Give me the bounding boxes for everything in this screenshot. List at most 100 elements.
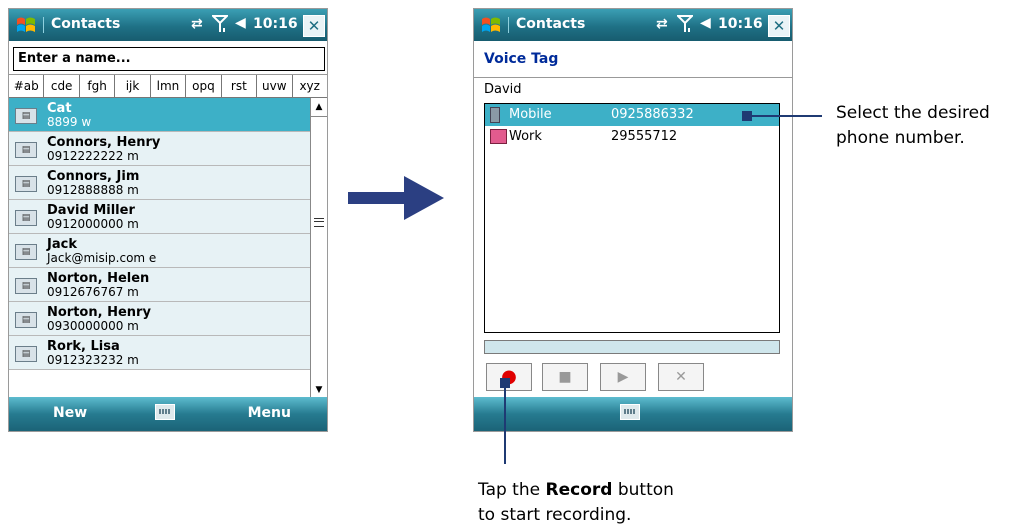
contact-card-icon: ▤	[15, 108, 37, 124]
contact-card-icon: ▤	[15, 278, 37, 294]
contact-card-icon: ▤	[15, 346, 37, 362]
alpha-tab[interactable]: xyz	[293, 75, 327, 97]
contact-row[interactable]: ▤ Jack Jack@misip.com e	[9, 234, 310, 268]
alpha-tab[interactable]: uvw	[257, 75, 293, 97]
menu-softkey[interactable]: Menu	[248, 405, 291, 421]
name-search-input[interactable]: Enter a name...	[13, 47, 325, 71]
scroll-up-icon[interactable]: ▲	[311, 99, 327, 115]
divider	[474, 77, 792, 78]
scroll-thumb-grip[interactable]	[314, 218, 324, 227]
title-bar: Contacts ⇄ ◀︎ 10:16 ✕	[474, 9, 792, 41]
contact-detail: 0912323232 m	[47, 353, 139, 367]
alpha-tab[interactable]: rst	[222, 75, 258, 97]
contact-row[interactable]: ▤ Norton, Henry 0930000000 m	[9, 302, 310, 336]
contact-name: Connors, Henry	[47, 135, 161, 150]
contact-card-icon: ▤	[15, 210, 37, 226]
callout-leader-line	[504, 386, 506, 464]
page-title: Voice Tag	[484, 51, 559, 67]
title-separator	[43, 17, 44, 33]
contact-list: ▤ Cat 8899 w ▤ Connors, Henry 0912222222…	[9, 98, 310, 370]
app-title: Contacts	[51, 16, 121, 32]
contact-card-icon: ▤	[15, 244, 37, 260]
contact-row[interactable]: ▤ Connors, Jim 0912888888 m	[9, 166, 310, 200]
contact-row[interactable]: ▤ David Miller 0912000000 m	[9, 200, 310, 234]
contact-card-icon: ▤	[15, 312, 37, 328]
contact-name: Jack	[47, 237, 77, 252]
contact-detail: 0912888888 m	[47, 183, 139, 197]
signal-icon[interactable]	[677, 14, 693, 34]
phone-number: 29555712	[611, 129, 678, 144]
delete-button[interactable]: ✕	[658, 363, 704, 391]
signal-icon[interactable]	[212, 14, 228, 34]
phone-number-row[interactable]: Work 29555712	[485, 126, 779, 148]
callout-text-part: button	[612, 480, 674, 500]
voice-tag-screen: Contacts ⇄ ◀︎ 10:16 ✕ Voice Tag David Mo…	[473, 8, 793, 432]
work-briefcase-icon	[490, 129, 507, 148]
contact-row[interactable]: ▤ Norton, Helen 0912676767 m	[9, 268, 310, 302]
close-button[interactable]: ✕	[768, 15, 790, 37]
windows-start-icon[interactable]	[15, 15, 37, 35]
connectivity-icon[interactable]: ⇄	[191, 16, 203, 32]
volume-icon[interactable]: ◀︎	[235, 15, 246, 31]
alpha-tab[interactable]: cde	[44, 75, 80, 97]
contact-row[interactable]: ▤ Rork, Lisa 0912323232 m	[9, 336, 310, 370]
softkey-bar: New Menu	[9, 397, 327, 431]
phone-number-row[interactable]: Mobile 0925886332	[485, 104, 779, 126]
alpha-tab[interactable]: ijk	[115, 75, 151, 97]
clock[interactable]: 10:16	[253, 16, 298, 32]
vertical-scrollbar[interactable]: ▲ ▼	[310, 98, 327, 398]
contacts-screen: Contacts ⇄ ◀︎ 10:16 ✕ Enter a name... #a…	[8, 8, 328, 432]
contact-card-icon: ▤	[15, 176, 37, 192]
keyboard-icon[interactable]	[155, 404, 175, 420]
mobile-phone-icon	[490, 107, 500, 127]
callout-text-bold: Record	[545, 480, 613, 500]
contact-name: David Miller	[47, 203, 135, 218]
new-softkey[interactable]: New	[53, 405, 87, 421]
play-button[interactable]: ▶	[600, 363, 646, 391]
clock[interactable]: 10:16	[718, 16, 763, 32]
next-step-arrow-icon	[348, 176, 444, 220]
alpha-tab[interactable]: #ab	[9, 75, 45, 97]
alpha-tab[interactable]: fgh	[80, 75, 116, 97]
contact-detail: 0930000000 m	[47, 319, 139, 333]
callout-text-part: Tap the	[478, 480, 546, 500]
keyboard-icon[interactable]	[620, 404, 640, 420]
contact-detail: 0912222222 m	[47, 149, 139, 163]
title-separator	[508, 17, 509, 33]
contact-name: Connors, Jim	[47, 169, 140, 184]
contact-row[interactable]: ▤ Connors, Henry 0912222222 m	[9, 132, 310, 166]
alphabet-tabs: #ab cde fgh ijk lmn opq rst uvw xyz	[9, 74, 327, 98]
connectivity-icon[interactable]: ⇄	[656, 16, 668, 32]
contact-name: Cat	[47, 101, 72, 116]
contact-detail: 8899 w	[47, 115, 92, 129]
phone-number: 0925886332	[611, 107, 694, 122]
phone-label: Mobile	[509, 107, 552, 122]
softkey-bar	[474, 397, 792, 431]
contact-name: Rork, Lisa	[47, 339, 120, 354]
alpha-tab[interactable]: opq	[186, 75, 222, 97]
alpha-tab[interactable]: lmn	[151, 75, 187, 97]
select-number-callout: Select the desired phone number.	[836, 101, 990, 151]
scroll-down-icon[interactable]: ▼	[311, 382, 327, 398]
phone-number-list: Mobile 0925886332 Work 29555712	[484, 103, 780, 333]
contact-detail: 0912676767 m	[47, 285, 139, 299]
callout-text: phone number.	[836, 128, 965, 148]
contact-name-label: David	[484, 82, 522, 97]
callout-text: Select the desired	[836, 103, 990, 123]
scroll-track[interactable]	[311, 116, 327, 384]
volume-icon[interactable]: ◀︎	[700, 15, 711, 31]
record-callout: Tap the Record button to start recording…	[478, 478, 674, 528]
contact-detail: Jack@misip.com e	[47, 251, 157, 265]
contact-name: Norton, Helen	[47, 271, 150, 286]
contact-name: Norton, Henry	[47, 305, 151, 320]
app-title: Contacts	[516, 16, 586, 32]
contact-card-icon: ▤	[15, 142, 37, 158]
callout-text: to start recording.	[478, 505, 632, 525]
contact-row[interactable]: ▤ Cat 8899 w	[9, 98, 310, 132]
phone-label: Work	[509, 129, 542, 144]
windows-start-icon[interactable]	[480, 15, 502, 35]
stop-button[interactable]: ■	[542, 363, 588, 391]
close-button[interactable]: ✕	[303, 15, 325, 37]
contact-detail: 0912000000 m	[47, 217, 139, 231]
title-bar: Contacts ⇄ ◀︎ 10:16 ✕	[9, 9, 327, 41]
